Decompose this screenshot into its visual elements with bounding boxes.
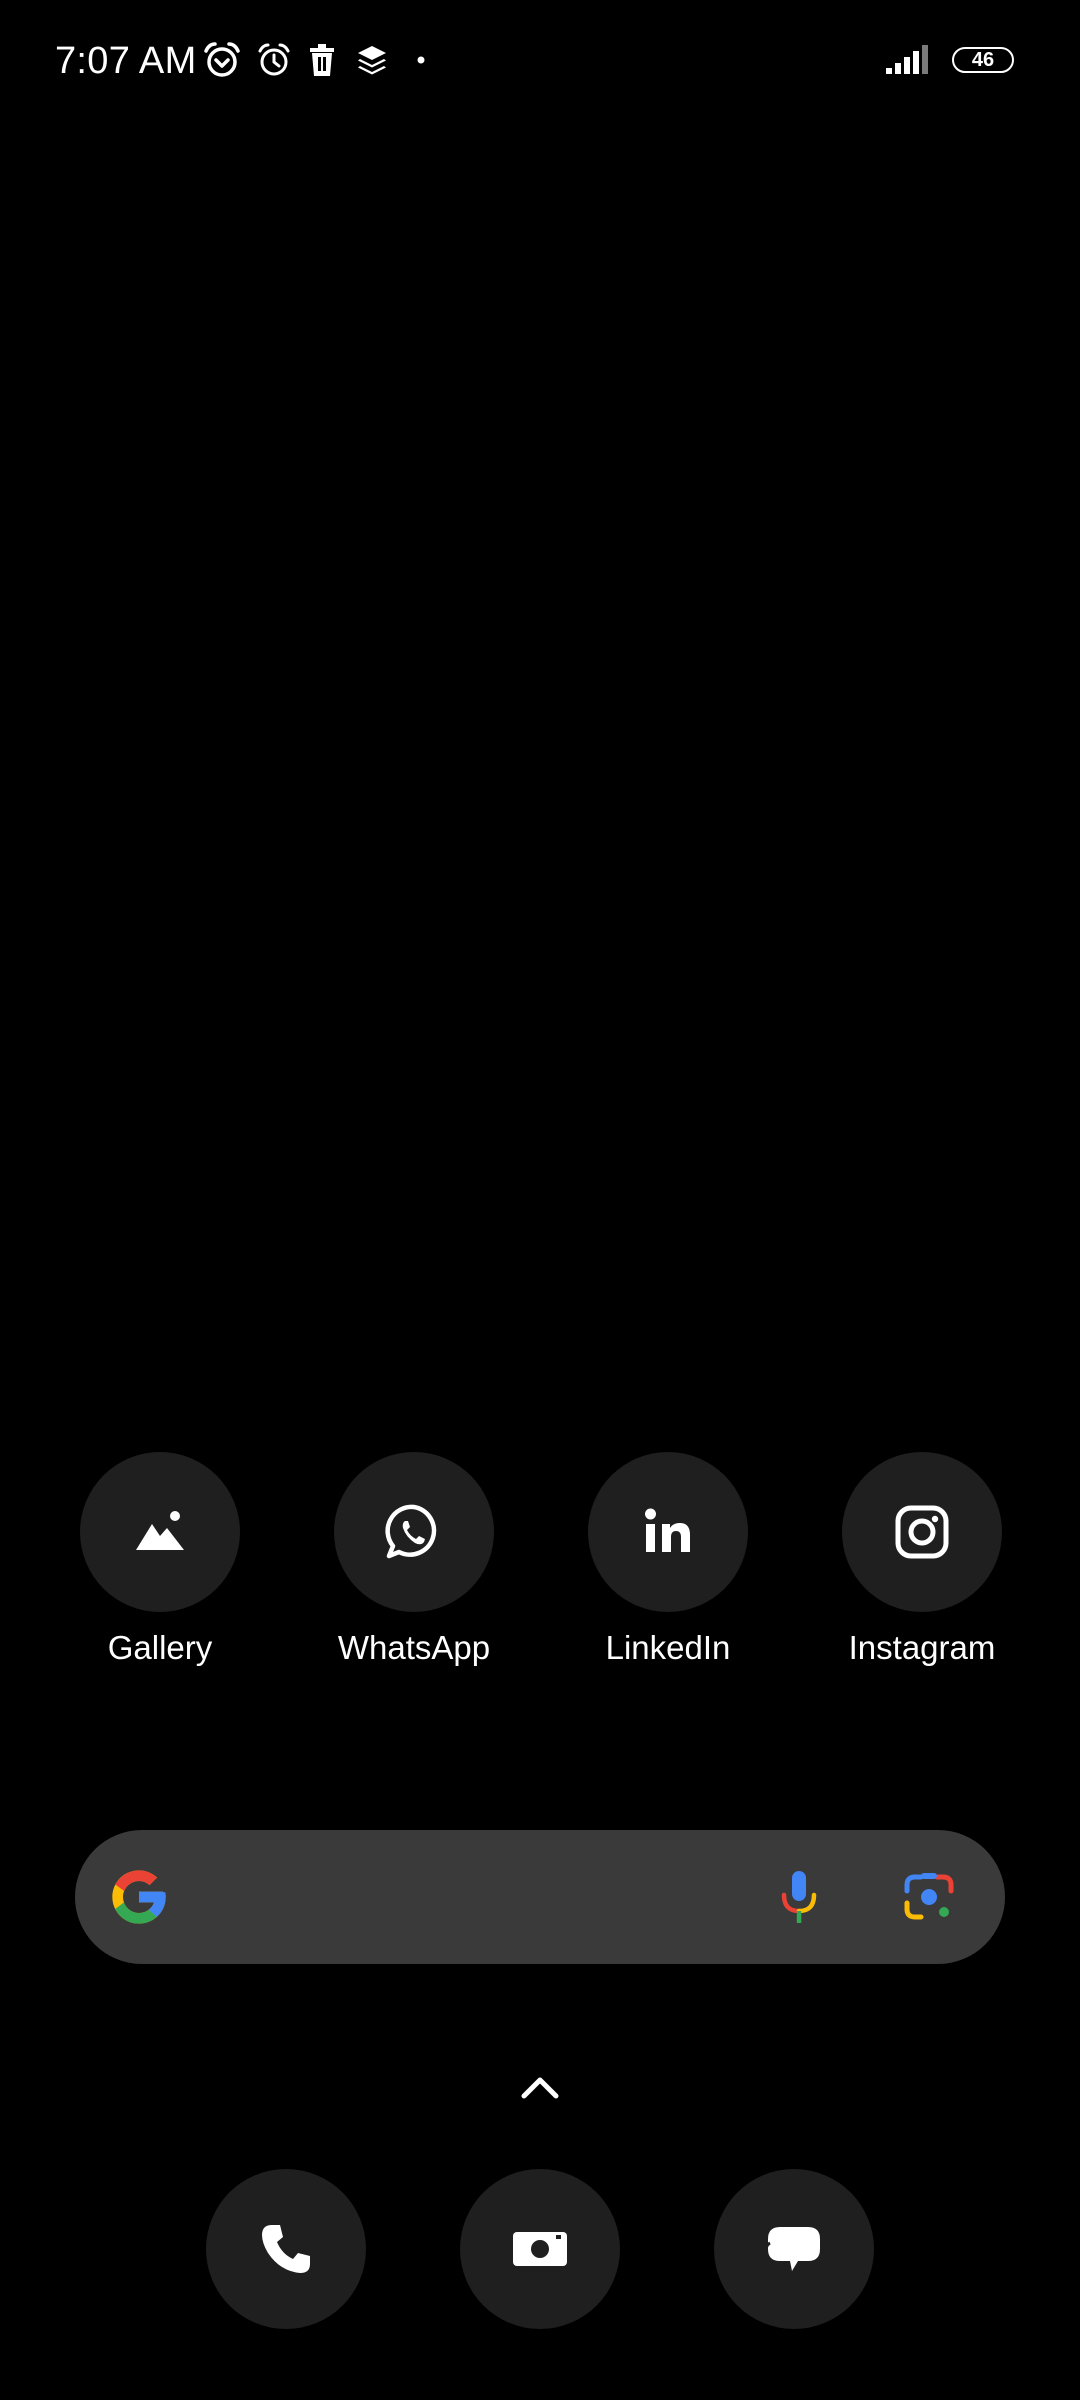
gallery-icon <box>136 1511 184 1550</box>
app-row: Gallery WhatsApp LinkedIn Instagram <box>0 1452 1080 1682</box>
google-search-bar[interactable] <box>75 1830 1005 1964</box>
app-instagram[interactable]: Instagram <box>812 1452 1032 1682</box>
app-icon-circle[interactable] <box>334 1452 494 1612</box>
app-drawer-chevron-up-icon[interactable] <box>520 2068 560 2104</box>
battery-level: 46 <box>971 49 995 71</box>
google-g-icon[interactable] <box>107 1865 171 1929</box>
dot-icon <box>412 40 452 80</box>
messages-icon <box>764 2227 820 2279</box>
clock-icon <box>254 40 294 80</box>
home-screen: 7:07 AM 46 Gallery WhatsApp LinkedIn Ins… <box>0 0 1080 2400</box>
signal-bars-icon <box>884 42 936 76</box>
phone-icon <box>262 2225 310 2273</box>
dock-camera[interactable] <box>460 2169 620 2329</box>
dock-messages[interactable] <box>714 2169 874 2329</box>
trash-icon <box>302 40 342 80</box>
dock-phone[interactable] <box>206 2169 366 2329</box>
app-whatsapp[interactable]: WhatsApp <box>304 1452 524 1682</box>
instagram-icon <box>895 1505 949 1559</box>
camera-icon <box>513 2232 567 2266</box>
google-lens-icon[interactable] <box>897 1865 961 1929</box>
app-label: LinkedIn <box>605 1629 731 1666</box>
app-label: Gallery <box>107 1629 213 1666</box>
alarm-clock-icon <box>202 40 242 80</box>
layers-icon <box>352 40 392 80</box>
battery-indicator: 46 <box>952 47 1014 73</box>
app-label: WhatsApp <box>337 1629 491 1666</box>
app-linkedin[interactable]: LinkedIn <box>558 1452 778 1682</box>
app-gallery[interactable]: Gallery <box>50 1452 270 1682</box>
app-icon-circle[interactable] <box>588 1452 748 1612</box>
app-icon-circle[interactable] <box>842 1452 1002 1612</box>
whatsapp-icon <box>385 1504 437 1559</box>
status-bar: 7:07 AM 46 <box>0 0 1080 120</box>
microphone-icon[interactable] <box>767 1865 831 1929</box>
app-label: Instagram <box>848 1629 996 1666</box>
linkedin-icon <box>645 1508 690 1552</box>
app-icon-circle[interactable] <box>80 1452 240 1612</box>
status-time: 7:07 AM <box>55 40 197 82</box>
